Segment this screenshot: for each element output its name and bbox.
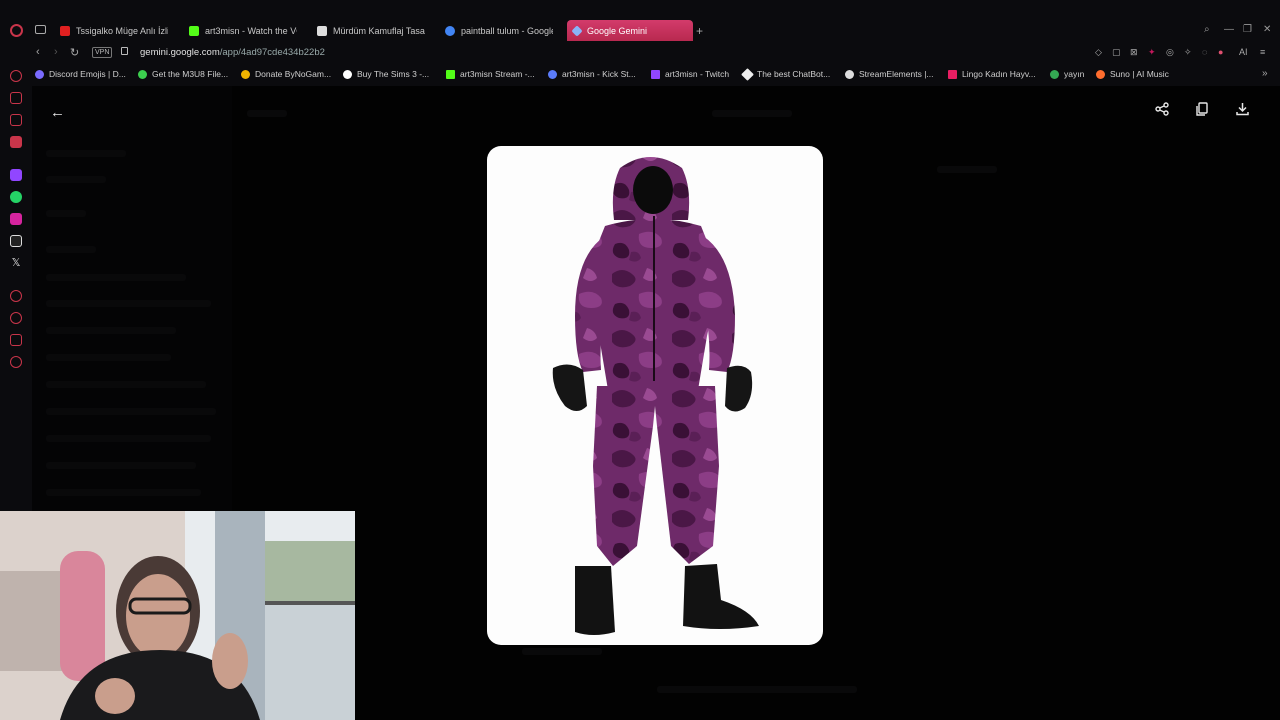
profile-icon[interactable]: ● (1218, 47, 1223, 57)
bookmark-4[interactable]: art3misn Stream -... (446, 69, 535, 79)
youtube-favicon-icon (60, 25, 70, 36)
bookmark-0[interactable]: Discord Emojis | D... (35, 69, 126, 79)
camouflage-suit-illustration (552, 157, 759, 635)
suno-icon (1096, 69, 1105, 79)
tiktok-icon[interactable] (10, 235, 22, 247)
twitch-sidebar-icon[interactable] (10, 169, 22, 181)
address-bar: ‹ › ↻ VPN gemini.google.com/app/4ad97cde… (0, 42, 1280, 64)
tab-1[interactable]: art3misn - Watch the VOD (183, 20, 303, 41)
bookmark-7[interactable]: The best ChatBot... (741, 67, 830, 81)
tab-0[interactable]: Tssigalko Müge Anlı İzliyor (54, 20, 174, 41)
maximize-icon[interactable]: ❐ (1243, 24, 1252, 35)
bookmarks-bar: Discord Emojis | D... Get the M3U8 File.… (0, 64, 1280, 86)
history-icon[interactable] (10, 312, 22, 324)
extension-icon-1[interactable]: ✦ (1148, 47, 1156, 58)
share-icon[interactable] (1155, 102, 1169, 119)
generated-image[interactable] (487, 146, 823, 645)
bookmark-icon-7 (741, 67, 754, 81)
minimize-icon[interactable]: — (1224, 24, 1234, 35)
tab-2[interactable]: Mürdüm Kamuflaj Tasarımı (311, 20, 431, 41)
vpn-badge[interactable]: VPN (92, 47, 113, 58)
opera-logo-icon[interactable] (10, 24, 23, 37)
tab-overview-icon[interactable] (35, 25, 46, 34)
new-tab-button[interactable]: + (696, 24, 703, 38)
aria-sidebar-icon[interactable] (10, 70, 22, 82)
player-icon[interactable] (10, 290, 22, 302)
bookmark-2[interactable]: Donate ByNoGam... (241, 69, 331, 79)
bookmark-icon-9 (948, 69, 957, 79)
search-tabs-icon[interactable]: ⌕ (1204, 24, 1210, 35)
arrow-left-icon[interactable]: ← (50, 104, 65, 121)
extensions-icon[interactable]: ⊠ (1130, 47, 1138, 58)
bookmark-10[interactable]: yayın (1050, 69, 1084, 79)
reload-icon[interactable]: ↻ (70, 46, 79, 59)
forward-nav-icon[interactable]: › (54, 46, 58, 58)
bookmark-6[interactable]: art3misn - Twitch (651, 69, 729, 79)
bookmark-icon-3 (343, 69, 352, 79)
extension-icon-2[interactable]: ◎ (1166, 47, 1174, 58)
discord-icon (35, 69, 44, 79)
download-icon[interactable] (1236, 102, 1249, 119)
close-window-icon[interactable]: ✕ (1263, 24, 1271, 35)
bookmark-page-icon[interactable]: ◇ (1095, 47, 1102, 58)
url-field[interactable]: gemini.google.com/app/4ad97cde434b22b2 (140, 47, 325, 58)
twitch-icon (651, 69, 660, 79)
messenger-icon[interactable] (10, 136, 22, 148)
tab-4-active[interactable]: Google Gemini (567, 20, 693, 41)
bookmarks-overflow-icon[interactable]: » (1262, 68, 1268, 79)
bookmark-icon-10 (1050, 69, 1059, 79)
lock-icon[interactable] (121, 47, 128, 55)
aria-ai-button[interactable]: AI (1239, 47, 1248, 57)
url-host: gemini.google.com (140, 47, 220, 58)
copy-icon[interactable] (1196, 102, 1209, 119)
menu-icon[interactable]: ≡ (1260, 47, 1265, 57)
tab-bar: Tssigalko Müge Anlı İzliyor art3misn - W… (0, 0, 1280, 42)
tab-3[interactable]: paintball tulum - Google'da (439, 20, 559, 41)
extension-icon-4[interactable]: ◌ (1202, 47, 1207, 57)
bookmark-8[interactable]: StreamElements |... (845, 69, 933, 79)
instagram-icon[interactable] (10, 213, 22, 225)
extensions-sidebar-icon[interactable] (10, 334, 22, 346)
gemini-favicon-icon (571, 24, 583, 37)
streamelements-icon (845, 69, 854, 79)
kick-icon (446, 69, 455, 79)
whatsapp-icon[interactable] (10, 191, 22, 203)
kick-favicon-icon (189, 25, 199, 36)
google-favicon-icon (445, 25, 455, 36)
wallet-icon[interactable] (10, 114, 22, 126)
bookmark-icon-1 (138, 69, 147, 79)
url-path: /app/4ad97cde434b22b2 (219, 47, 325, 58)
extension-icon-3[interactable]: ✧ (1184, 47, 1192, 58)
webcam-feed (0, 511, 355, 720)
bookmark-icon-2 (241, 69, 250, 79)
x-twitter-icon[interactable]: 𝕏 (10, 257, 22, 269)
bookmark-icon-5 (548, 69, 557, 79)
workspaces-icon[interactable] (10, 92, 22, 104)
bookmark-11[interactable]: Suno | AI Music (1096, 69, 1169, 79)
settings-gear-icon[interactable] (10, 356, 22, 368)
back-nav-icon[interactable]: ‹ (36, 46, 40, 58)
snapshot-icon[interactable]: ▢ (1112, 47, 1121, 58)
bookmark-1[interactable]: Get the M3U8 File... (138, 69, 228, 79)
bookmark-5[interactable]: art3misn - Kick St... (548, 69, 636, 79)
bookmark-3[interactable]: Buy The Sims 3 -... (343, 69, 429, 79)
chatgpt-favicon-icon (317, 25, 327, 36)
bookmark-9[interactable]: Lingo Kadın Hayv... (948, 69, 1036, 79)
